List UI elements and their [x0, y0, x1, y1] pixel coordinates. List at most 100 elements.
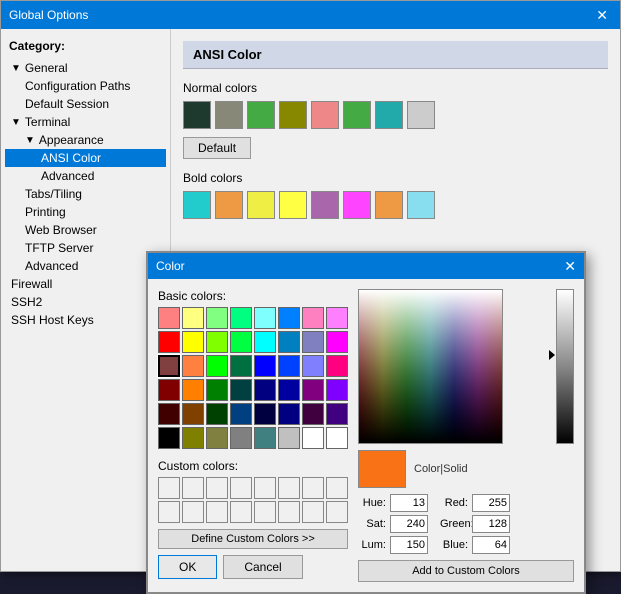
basic-swatch-44[interactable]: [254, 427, 276, 449]
basic-swatch-46[interactable]: [302, 427, 324, 449]
basic-swatch-20[interactable]: [254, 355, 276, 377]
sidebar-item-web-browser[interactable]: Web Browser: [5, 221, 166, 239]
basic-swatch-27[interactable]: [230, 379, 252, 401]
add-to-custom-colors-button[interactable]: Add to Custom Colors: [358, 560, 574, 582]
sidebar-item-tabs-tiling[interactable]: Tabs/Tiling: [5, 185, 166, 203]
basic-swatch-18[interactable]: [206, 355, 228, 377]
normal-color-3[interactable]: [279, 101, 307, 129]
bold-color-7[interactable]: [407, 191, 435, 219]
bold-color-1[interactable]: [215, 191, 243, 219]
red-input[interactable]: [472, 494, 510, 512]
basic-swatch-39[interactable]: [326, 403, 348, 425]
custom-swatch-12[interactable]: [254, 501, 276, 523]
basic-swatch-21[interactable]: [278, 355, 300, 377]
basic-swatch-34[interactable]: [206, 403, 228, 425]
sidebar-item-terminal[interactable]: ▼ Terminal: [5, 113, 166, 131]
sidebar-item-ansi-color[interactable]: ANSI Color: [5, 149, 166, 167]
basic-swatch-41[interactable]: [182, 427, 204, 449]
custom-swatch-1[interactable]: [182, 477, 204, 499]
basic-swatch-40[interactable]: [158, 427, 180, 449]
sat-input[interactable]: [390, 515, 428, 533]
basic-swatch-15[interactable]: [326, 331, 348, 353]
normal-color-1[interactable]: [215, 101, 243, 129]
basic-swatch-25[interactable]: [182, 379, 204, 401]
basic-swatch-26[interactable]: [206, 379, 228, 401]
bold-color-5[interactable]: [343, 191, 371, 219]
custom-swatch-13[interactable]: [278, 501, 300, 523]
sidebar-item-default-session[interactable]: Default Session: [5, 95, 166, 113]
normal-color-6[interactable]: [375, 101, 403, 129]
sidebar-item-config-paths[interactable]: Configuration Paths: [5, 77, 166, 95]
ok-button[interactable]: OK: [158, 555, 217, 579]
bold-color-0[interactable]: [183, 191, 211, 219]
default-button[interactable]: Default: [183, 137, 251, 159]
window-close-button[interactable]: ✕: [592, 7, 612, 24]
sidebar-item-general[interactable]: ▼ General: [5, 59, 166, 77]
sidebar-item-ssh-host-keys[interactable]: SSH Host Keys: [5, 311, 166, 329]
basic-swatch-9[interactable]: [182, 331, 204, 353]
basic-swatch-17[interactable]: [182, 355, 204, 377]
custom-swatch-5[interactable]: [278, 477, 300, 499]
basic-swatch-3[interactable]: [230, 307, 252, 329]
basic-swatch-14[interactable]: [302, 331, 324, 353]
blue-input[interactable]: [472, 536, 510, 554]
basic-swatch-32[interactable]: [158, 403, 180, 425]
basic-swatch-42[interactable]: [206, 427, 228, 449]
sidebar-item-advanced-terminal[interactable]: Advanced: [5, 257, 166, 275]
bold-color-3[interactable]: [279, 191, 307, 219]
basic-swatch-2[interactable]: [206, 307, 228, 329]
basic-swatch-22[interactable]: [302, 355, 324, 377]
basic-swatch-30[interactable]: [302, 379, 324, 401]
custom-swatch-6[interactable]: [302, 477, 324, 499]
custom-swatch-2[interactable]: [206, 477, 228, 499]
basic-swatch-36[interactable]: [254, 403, 276, 425]
basic-swatch-29[interactable]: [278, 379, 300, 401]
custom-swatch-8[interactable]: [158, 501, 180, 523]
basic-swatch-0[interactable]: [158, 307, 180, 329]
green-input[interactable]: [472, 515, 510, 533]
basic-swatch-47[interactable]: [326, 427, 348, 449]
basic-swatch-13[interactable]: [278, 331, 300, 353]
custom-swatch-4[interactable]: [254, 477, 276, 499]
bold-color-2[interactable]: [247, 191, 275, 219]
basic-swatch-38[interactable]: [302, 403, 324, 425]
normal-color-7[interactable]: [407, 101, 435, 129]
custom-swatch-3[interactable]: [230, 477, 252, 499]
basic-swatch-5[interactable]: [278, 307, 300, 329]
basic-swatch-43[interactable]: [230, 427, 252, 449]
cancel-button[interactable]: Cancel: [223, 555, 302, 579]
custom-swatch-14[interactable]: [302, 501, 324, 523]
custom-swatch-11[interactable]: [230, 501, 252, 523]
basic-swatch-33[interactable]: [182, 403, 204, 425]
custom-swatch-0[interactable]: [158, 477, 180, 499]
basic-swatch-12[interactable]: [254, 331, 276, 353]
normal-color-4[interactable]: [311, 101, 339, 129]
basic-swatch-10[interactable]: [206, 331, 228, 353]
basic-swatch-1[interactable]: [182, 307, 204, 329]
sidebar-item-advanced-appearance[interactable]: Advanced: [5, 167, 166, 185]
custom-swatch-10[interactable]: [206, 501, 228, 523]
basic-swatch-31[interactable]: [326, 379, 348, 401]
sidebar-item-appearance[interactable]: ▼ Appearance: [5, 131, 166, 149]
hue-input[interactable]: [390, 494, 428, 512]
basic-swatch-6[interactable]: [302, 307, 324, 329]
color-spectrum[interactable]: [358, 289, 503, 444]
define-custom-colors-button[interactable]: Define Custom Colors >>: [158, 529, 348, 549]
lum-input[interactable]: [390, 536, 428, 554]
basic-swatch-23[interactable]: [326, 355, 348, 377]
basic-swatch-8[interactable]: [158, 331, 180, 353]
sidebar-item-printing[interactable]: Printing: [5, 203, 166, 221]
sidebar-item-tftp-server[interactable]: TFTP Server: [5, 239, 166, 257]
sidebar-item-firewall[interactable]: Firewall: [5, 275, 166, 293]
basic-swatch-19[interactable]: [230, 355, 252, 377]
luminance-bar[interactable]: [556, 289, 574, 444]
bold-color-4[interactable]: [311, 191, 339, 219]
normal-color-2[interactable]: [247, 101, 275, 129]
basic-swatch-45[interactable]: [278, 427, 300, 449]
normal-color-0[interactable]: [183, 101, 211, 129]
normal-color-5[interactable]: [343, 101, 371, 129]
basic-swatch-16[interactable]: [158, 355, 180, 377]
color-dialog-close-button[interactable]: ✕: [564, 258, 576, 275]
basic-swatch-24[interactable]: [158, 379, 180, 401]
custom-swatch-15[interactable]: [326, 501, 348, 523]
